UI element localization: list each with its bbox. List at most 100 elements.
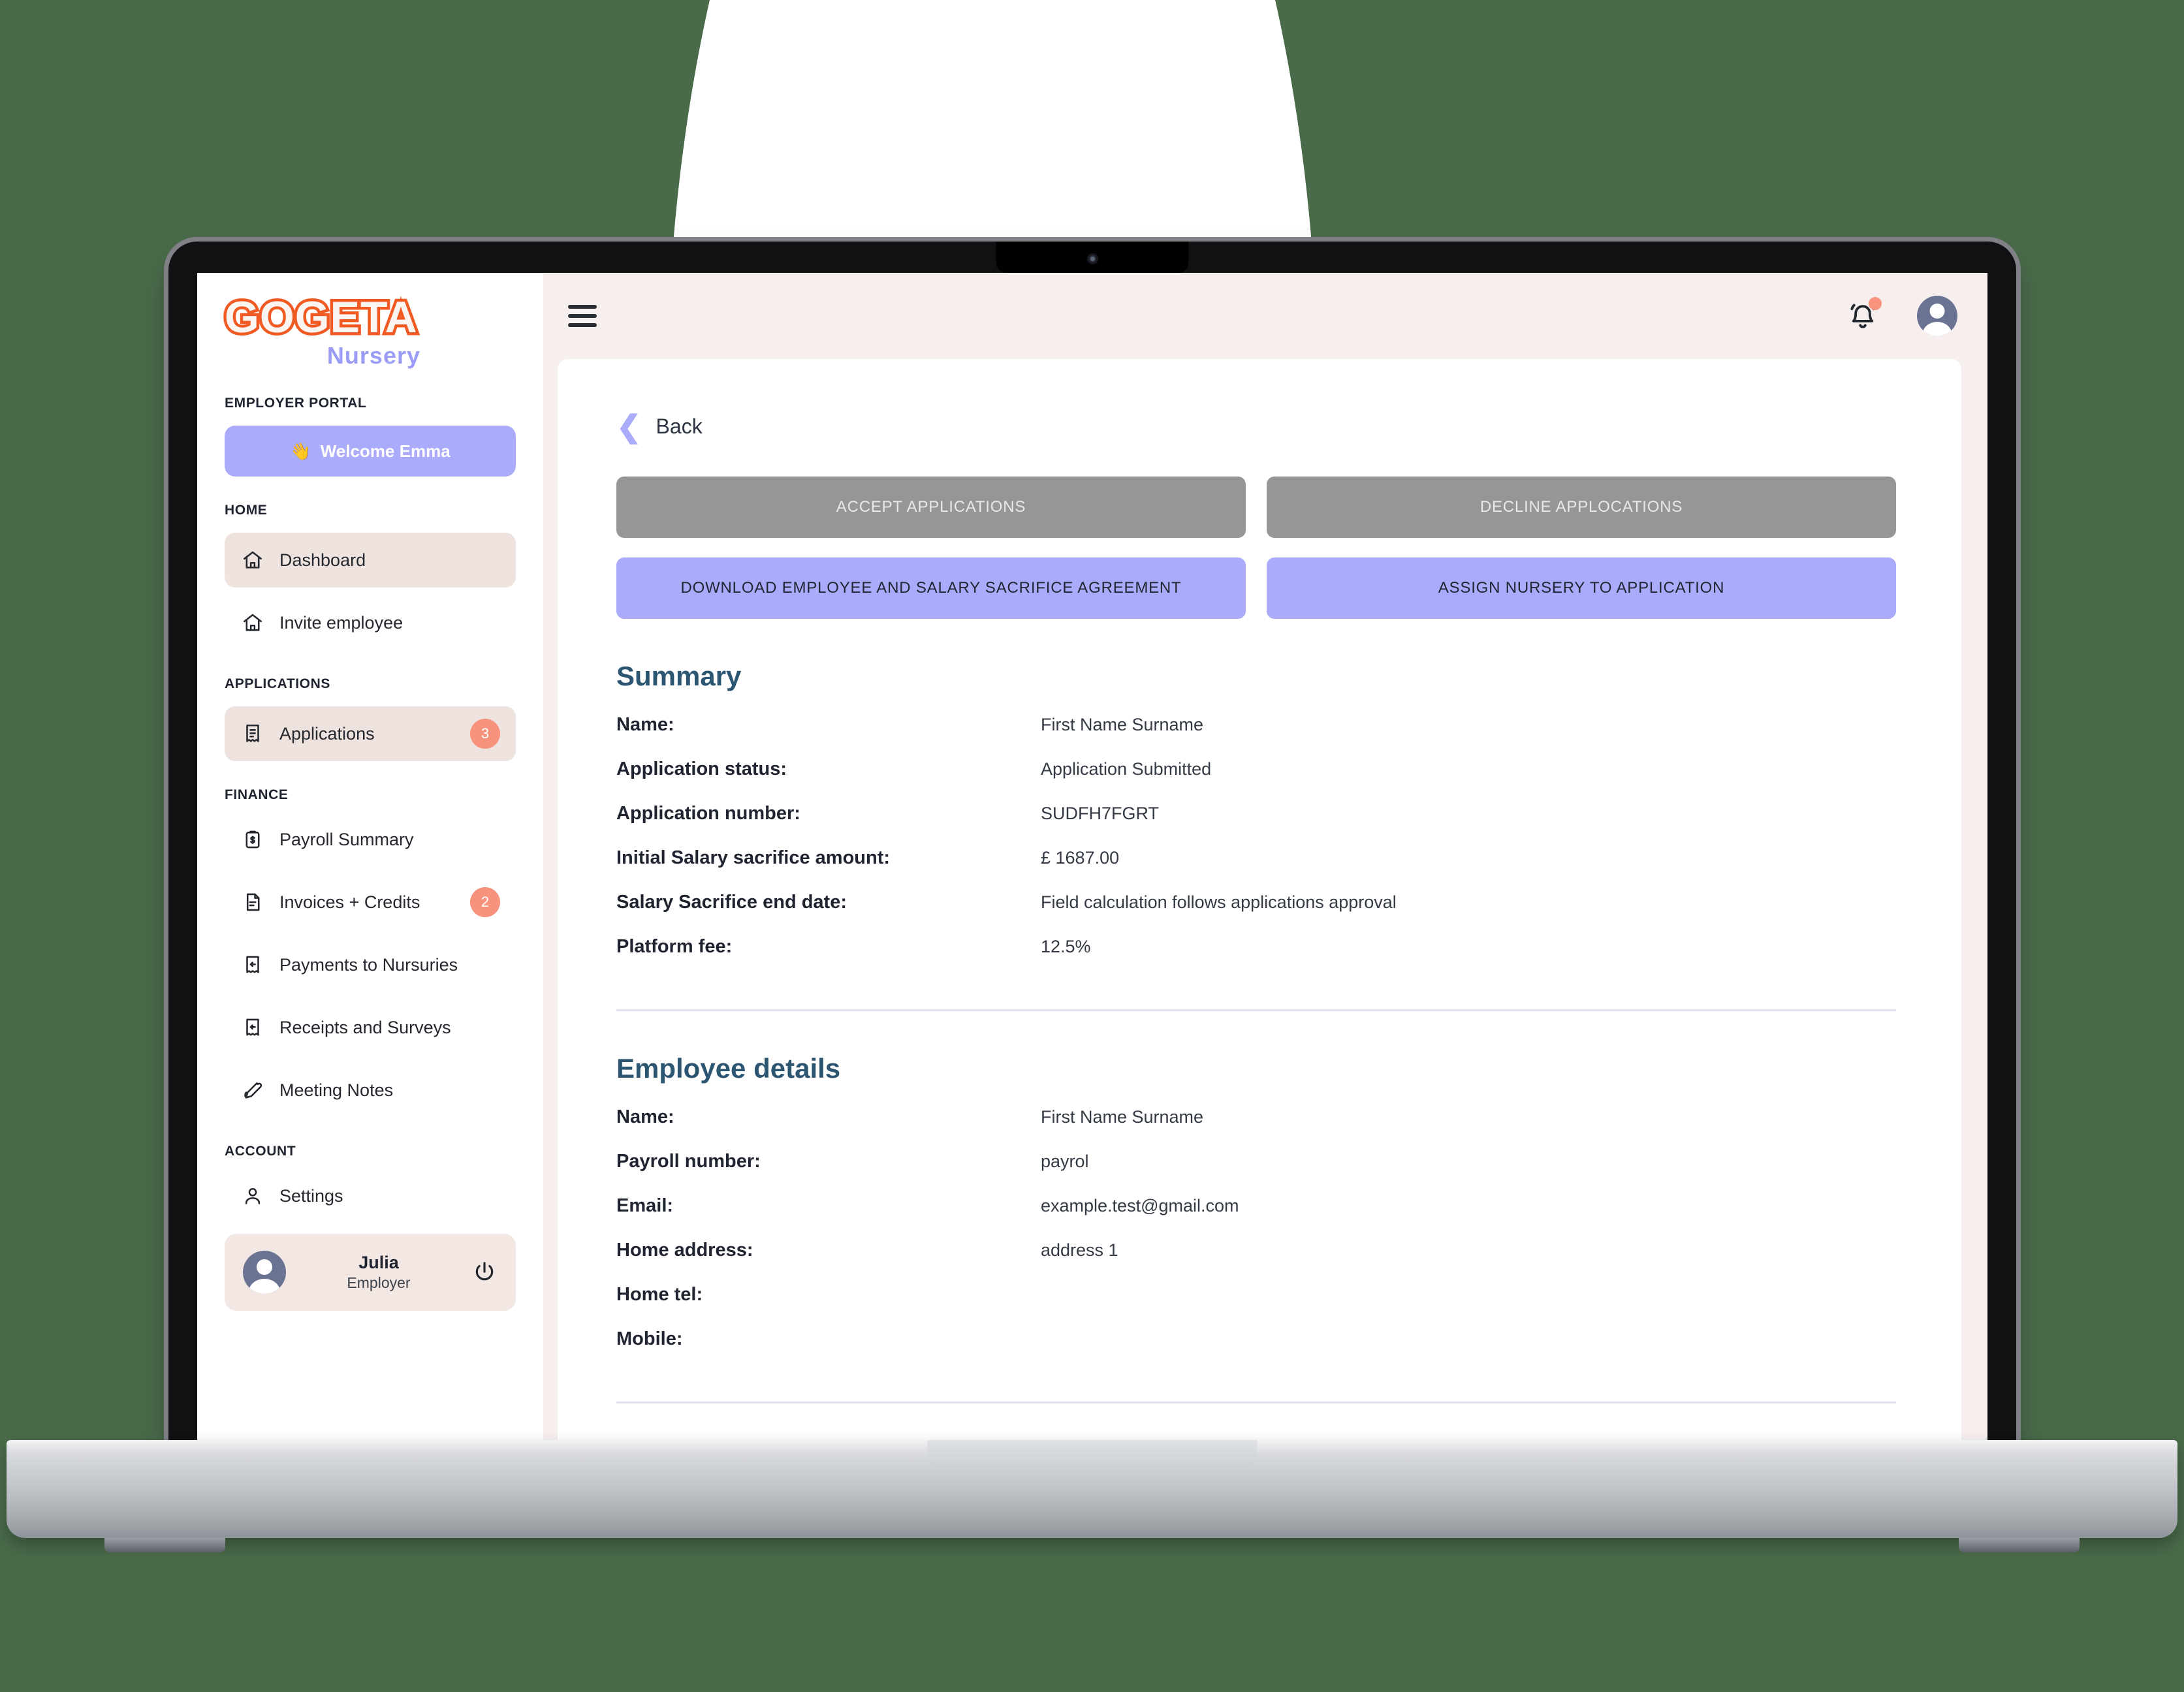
field-label: Name: (616, 1106, 674, 1127)
sidebar-item-label: Applications (279, 723, 375, 744)
field-row: Payroll number: payrol (616, 1151, 1896, 1195)
sidebar-item-invoices-credits[interactable]: Invoices + Credits 2 (225, 875, 516, 930)
field-row: Name: First Name Surname (616, 1106, 1896, 1151)
welcome-label: Welcome Emma (320, 441, 451, 461)
field-row: Name: First Name Surname (616, 714, 1896, 759)
main-panel: ❮ Back ACCEPT APPLICATIONS DECLINE APPLO… (543, 273, 1987, 1443)
field-value: SUDFH7FGRT (1041, 804, 1160, 823)
field-label: Home tel: (616, 1284, 703, 1305)
chevron-left-icon: ❮ (616, 409, 642, 443)
back-label: Back (656, 414, 703, 438)
decline-applications-button[interactable]: DECLINE APPLOCATIONS (1267, 477, 1896, 538)
field-value: address 1 (1041, 1240, 1118, 1260)
receipt-return-icon (240, 1015, 265, 1040)
section-title-employee-details: Employee details (616, 1053, 841, 1084)
waving-hand-icon: 👋 (290, 441, 311, 461)
avatar (243, 1251, 286, 1294)
field-value: £ 1687.00 (1041, 848, 1120, 868)
laptop-lid: GOGETA Nursery EMPLOYER PORTAL 👋 Welcome… (168, 242, 2016, 1443)
sidebar-section-account-label: ACCOUNT (225, 1144, 296, 1159)
document-lines-icon (240, 890, 265, 915)
webcam-icon (1086, 253, 1098, 264)
assign-nursery-button[interactable]: ASSIGN NURSERY TO APPLICATION (1267, 557, 1896, 619)
field-value: 12.5% (1041, 937, 1091, 956)
sidebar-item-label: Settings (279, 1185, 343, 1206)
field-label: Payroll number: (616, 1151, 761, 1172)
home-icon (240, 610, 265, 635)
laptop-base (7, 1440, 2177, 1552)
user-role: Employer (347, 1274, 411, 1291)
sidebar-item-settings[interactable]: Settings (225, 1168, 516, 1223)
pencil-note-icon (240, 1078, 265, 1103)
home-icon (240, 548, 265, 572)
laptop-base-notch (927, 1440, 1257, 1467)
portal-label: EMPLOYER PORTAL (225, 396, 367, 411)
brand-logo[interactable]: GOGETA Nursery (197, 273, 543, 369)
hamburger-icon[interactable] (568, 305, 597, 327)
field-row: Initial Salary sacrifice amount: £ 1687.… (616, 847, 1896, 892)
field-row: Home tel: (616, 1284, 1896, 1328)
laptop-notch (996, 242, 1189, 273)
field-row: Application status: Application Submitte… (616, 759, 1896, 803)
sidebar-item-payments-to-nursuries[interactable]: Payments to Nursuries (225, 937, 516, 992)
sidebar-item-label: Dashboard (279, 550, 366, 570)
laptop-foot-left (104, 1538, 225, 1552)
user-meta: Julia Employer (300, 1253, 457, 1292)
sidebar-item-receipts-and-surveys[interactable]: Receipts and Surveys (225, 1000, 516, 1055)
field-value: payrol (1041, 1152, 1089, 1171)
sidebar-item-label: Payroll Summary (279, 829, 414, 849)
logo-subtitle: Nursery (326, 342, 420, 369)
sidebar-section-finance-label: FINANCE (225, 787, 289, 802)
download-agreement-button[interactable]: DOWNLOAD EMPLOYEE AND SALARY SACRIFICE A… (616, 557, 1246, 619)
field-label: Application number: (616, 803, 800, 824)
power-icon[interactable] (471, 1259, 498, 1285)
field-label: Name: (616, 714, 674, 735)
laptop-mockup: GOGETA Nursery EMPLOYER PORTAL 👋 Welcome… (0, 0, 2184, 1692)
field-row: Salary Sacrifice end date: Field calcula… (616, 892, 1896, 936)
sidebar-item-applications[interactable]: Applications 3 (225, 706, 516, 761)
field-label: Initial Salary sacrifice amount: (616, 847, 891, 868)
logo-wordmark: GOGETA (222, 292, 420, 343)
field-label: Email: (616, 1195, 674, 1216)
app-screen: GOGETA Nursery EMPLOYER PORTAL 👋 Welcome… (197, 273, 1987, 1443)
sidebar-section-applications-label: APPLICATIONS (225, 676, 330, 691)
bell-icon[interactable] (1845, 297, 1882, 334)
notification-dot (1869, 297, 1882, 310)
sidebar-item-meeting-notes[interactable]: Meeting Notes (225, 1063, 516, 1118)
sidebar-section-home-label: HOME (225, 503, 268, 518)
user-name: Julia (358, 1253, 399, 1272)
field-value: example.test@gmail.com (1041, 1196, 1239, 1215)
user-account-card[interactable]: Julia Employer (225, 1234, 516, 1311)
sidebar-item-payroll-summary[interactable]: Payroll Summary (225, 812, 516, 867)
field-value: First Name Surname (1041, 715, 1204, 734)
sidebar: GOGETA Nursery EMPLOYER PORTAL 👋 Welcome… (197, 273, 543, 1443)
field-row: Mobile: (616, 1328, 1896, 1373)
accept-applications-button[interactable]: ACCEPT APPLICATIONS (616, 477, 1246, 538)
field-label: Salary Sacrifice end date: (616, 892, 847, 913)
action-button-grid: ACCEPT APPLICATIONS DECLINE APPLOCATIONS… (616, 477, 1896, 619)
field-label: Platform fee: (616, 936, 733, 957)
back-button[interactable]: ❮ Back (616, 411, 1896, 441)
top-bar (543, 273, 1987, 359)
sidebar-item-label: Payments to Nursuries (279, 954, 458, 975)
field-label: Application status: (616, 759, 787, 779)
sidebar-item-dashboard[interactable]: Dashboard (225, 533, 516, 588)
field-label: Home address: (616, 1240, 753, 1261)
sidebar-item-label: Meeting Notes (279, 1080, 394, 1100)
field-label: Mobile: (616, 1328, 683, 1349)
field-row: Application number: SUDFH7FGRT (616, 803, 1896, 847)
field-row: Email: example.test@gmail.com (616, 1195, 1896, 1240)
field-value: Application Submitted (1041, 759, 1212, 779)
sidebar-item-label: Invoices + Credits (279, 892, 420, 912)
welcome-banner[interactable]: 👋 Welcome Emma (225, 426, 516, 477)
sidebar-item-invite-employee[interactable]: Invite employee (225, 595, 516, 650)
section-divider (616, 1402, 1896, 1403)
field-row: Platform fee: 12.5% (616, 936, 1896, 980)
section-title-summary: Summary (616, 661, 742, 691)
clipboard-money-icon (240, 827, 265, 852)
sidebar-item-label: Receipts and Surveys (279, 1017, 451, 1037)
person-icon (240, 1183, 265, 1208)
receipt-return-icon (240, 952, 265, 977)
avatar[interactable] (1917, 296, 1957, 336)
status-badge: 3 (470, 719, 500, 749)
